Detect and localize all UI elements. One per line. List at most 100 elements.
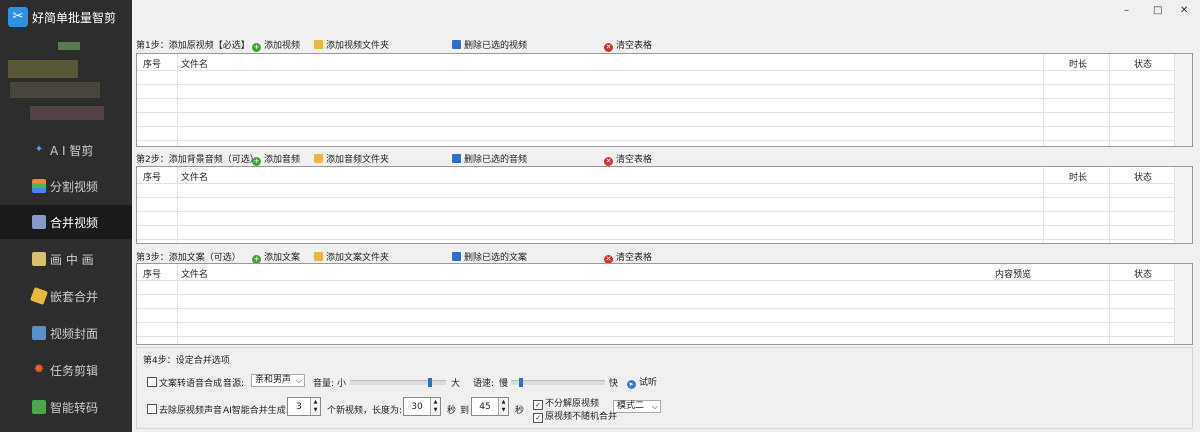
scrollbar[interactable]	[1174, 54, 1192, 146]
add-copy-folder-button[interactable]: 添加文案文件夹	[314, 250, 389, 263]
add-video-folder-button[interactable]: 添加视频文件夹	[314, 38, 389, 51]
listen-button[interactable]: ▸ 试听	[627, 375, 657, 389]
delete-selected-video-button[interactable]: 删除已选的视频	[452, 38, 527, 51]
delete-selected-audio-button[interactable]: 删除已选的音频	[452, 152, 527, 165]
grid-line	[137, 126, 1175, 127]
merge-icon	[32, 215, 46, 229]
column-header-duration: 时长	[1069, 60, 1088, 70]
length-max-stepper[interactable]: 45 ▲ ▼	[471, 397, 509, 416]
play-icon: ▸	[627, 380, 636, 389]
sidebar-item-cover[interactable]: 视频封面	[0, 316, 132, 350]
step3-toolbar: 第3步：添加文案（可选） + 添加文案 添加文案文件夹 删除已选的文案 ✕ 清空表格	[136, 250, 1196, 264]
clear-table-button[interactable]: ✕ 清空表格	[604, 38, 652, 52]
step3-label: 第3步：添加文案（可选）	[136, 253, 241, 263]
column-header-index: 序号	[143, 270, 162, 280]
grid-line	[137, 336, 1175, 337]
blurred-block	[8, 60, 78, 78]
column-header-name: 文件名	[181, 270, 209, 280]
add-video-button[interactable]: + 添加视频	[252, 38, 300, 52]
mode-select[interactable]: 模式二 ⌵	[613, 400, 661, 413]
volume-slider[interactable]	[350, 378, 446, 387]
volume-max-label: 大	[451, 379, 461, 389]
grid-line	[137, 84, 1175, 85]
table-header: 序号 文件名 时长 状态	[137, 167, 1192, 183]
folder-icon	[314, 252, 323, 261]
stepper-buttons[interactable]: ▲ ▼	[310, 398, 320, 415]
stepper-buttons[interactable]: ▲ ▼	[430, 398, 440, 415]
sidebar-item-label: 合并视频	[50, 215, 99, 230]
checkbox-box	[147, 404, 157, 414]
close-button[interactable]: ✕	[1180, 5, 1188, 16]
speed-label: 语速:	[473, 379, 495, 389]
scrollbar[interactable]	[1174, 167, 1192, 243]
sidebar-item-pip[interactable]: 画 中 画	[0, 242, 132, 276]
delete-icon	[452, 154, 461, 163]
clear-table-button[interactable]: ✕ 清空表格	[604, 152, 652, 166]
volume-label: 音量:	[313, 379, 335, 389]
delete-icon	[452, 40, 461, 49]
new-videos-label: 个新视频，长度为:	[327, 406, 403, 416]
grid-line	[137, 294, 1175, 295]
maximize-button[interactable]: □	[1153, 5, 1162, 16]
no-split-checkbox[interactable]: ✓ 不分解原视频	[533, 396, 599, 410]
grid-line	[1109, 167, 1110, 243]
grid-line	[137, 308, 1175, 309]
button-label: 添加文案文件夹	[326, 253, 390, 263]
folder-icon	[314, 154, 323, 163]
stepper-buttons[interactable]: ▲ ▼	[498, 398, 508, 415]
grid-line	[177, 54, 178, 146]
count-stepper[interactable]: 3 ▲ ▼	[287, 397, 321, 416]
add-copy-button[interactable]: + 添加文案	[252, 250, 300, 264]
sidebar-item-nest[interactable]: 嵌套合并	[0, 279, 132, 313]
speed-slider[interactable]	[511, 378, 605, 387]
checkbox-label: 文案转语音合成	[159, 379, 223, 389]
no-random-checkbox[interactable]: ✓ 原视频不随机合并	[533, 409, 617, 423]
grid-line	[137, 225, 1175, 226]
column-header-name: 文件名	[181, 60, 209, 70]
task-icon: ✹	[33, 362, 45, 377]
add-audio-button[interactable]: + 添加音频	[252, 152, 300, 166]
sidebar-item-split[interactable]: 分割视频	[0, 169, 132, 203]
length-min-stepper[interactable]: 30 ▲ ▼	[403, 397, 441, 416]
step1-label: 第1步：添加原视频【必选】	[136, 41, 250, 51]
count-value: 3	[296, 402, 302, 412]
grid-line	[137, 98, 1175, 99]
length-max-value: 45	[479, 402, 491, 412]
sidebar-item-ai[interactable]: ✦ A I 智剪	[0, 133, 132, 167]
copy-table[interactable]: 序号 文件名 内容预览 状态	[136, 263, 1193, 345]
grid-line	[1043, 54, 1044, 146]
sidebar-item-transcode[interactable]: 智能转码	[0, 390, 132, 424]
video-table[interactable]: 序号 文件名 时长 状态	[136, 53, 1193, 147]
table-header: 序号 文件名 内容预览 状态	[137, 264, 1192, 280]
grid-line	[137, 211, 1175, 212]
grid-line	[137, 322, 1175, 323]
grid-line	[137, 140, 1175, 141]
sidebar-item-task[interactable]: ✹ 任务剪辑	[0, 353, 132, 387]
voice-select[interactable]: 亲和男声 ⌵	[251, 374, 305, 387]
add-audio-folder-button[interactable]: 添加音频文件夹	[314, 152, 389, 165]
sidebar-item-label: 任务剪辑	[50, 363, 99, 378]
grid-line	[137, 239, 1175, 240]
tts-checkbox[interactable]: 文案转语音合成	[147, 376, 222, 389]
remove-audio-checkbox[interactable]: 去除原视频声音	[147, 403, 222, 416]
sidebar-item-label: 智能转码	[50, 400, 99, 415]
minimize-button[interactable]: –	[1124, 5, 1129, 16]
main-panel: – □ ✕ 第1步：添加原视频【必选】 + 添加视频 添加视频文件夹 删除已选的视…	[132, 0, 1200, 432]
audio-table[interactable]: 序号 文件名 时长 状态	[136, 166, 1193, 244]
delete-selected-copy-button[interactable]: 删除已选的文案	[452, 250, 527, 263]
button-label: 清空表格	[616, 253, 653, 263]
button-label: 删除已选的文案	[464, 253, 528, 263]
checkbox-label: 去除原视频声音	[159, 406, 223, 416]
merge-options-panel: 第4步：设定合并选项 文案转语音合成 音源: 亲和男声 ⌵ 音量: 小 大 语速:…	[136, 347, 1193, 429]
button-label: 添加文案	[264, 253, 301, 263]
chevron-down-icon: ⌵	[651, 402, 658, 411]
column-header-name: 文件名	[181, 173, 209, 183]
slider-thumb[interactable]	[518, 378, 523, 387]
clear-table-button[interactable]: ✕ 清空表格	[604, 250, 652, 264]
checkbox-box: ✓	[533, 413, 543, 423]
slider-thumb[interactable]	[427, 378, 432, 387]
sidebar-item-merge[interactable]: 合并视频	[0, 205, 132, 239]
speed-max-label: 快	[609, 379, 619, 389]
scrollbar[interactable]	[1174, 264, 1192, 344]
checkbox-label: 不分解原视频	[545, 399, 600, 409]
